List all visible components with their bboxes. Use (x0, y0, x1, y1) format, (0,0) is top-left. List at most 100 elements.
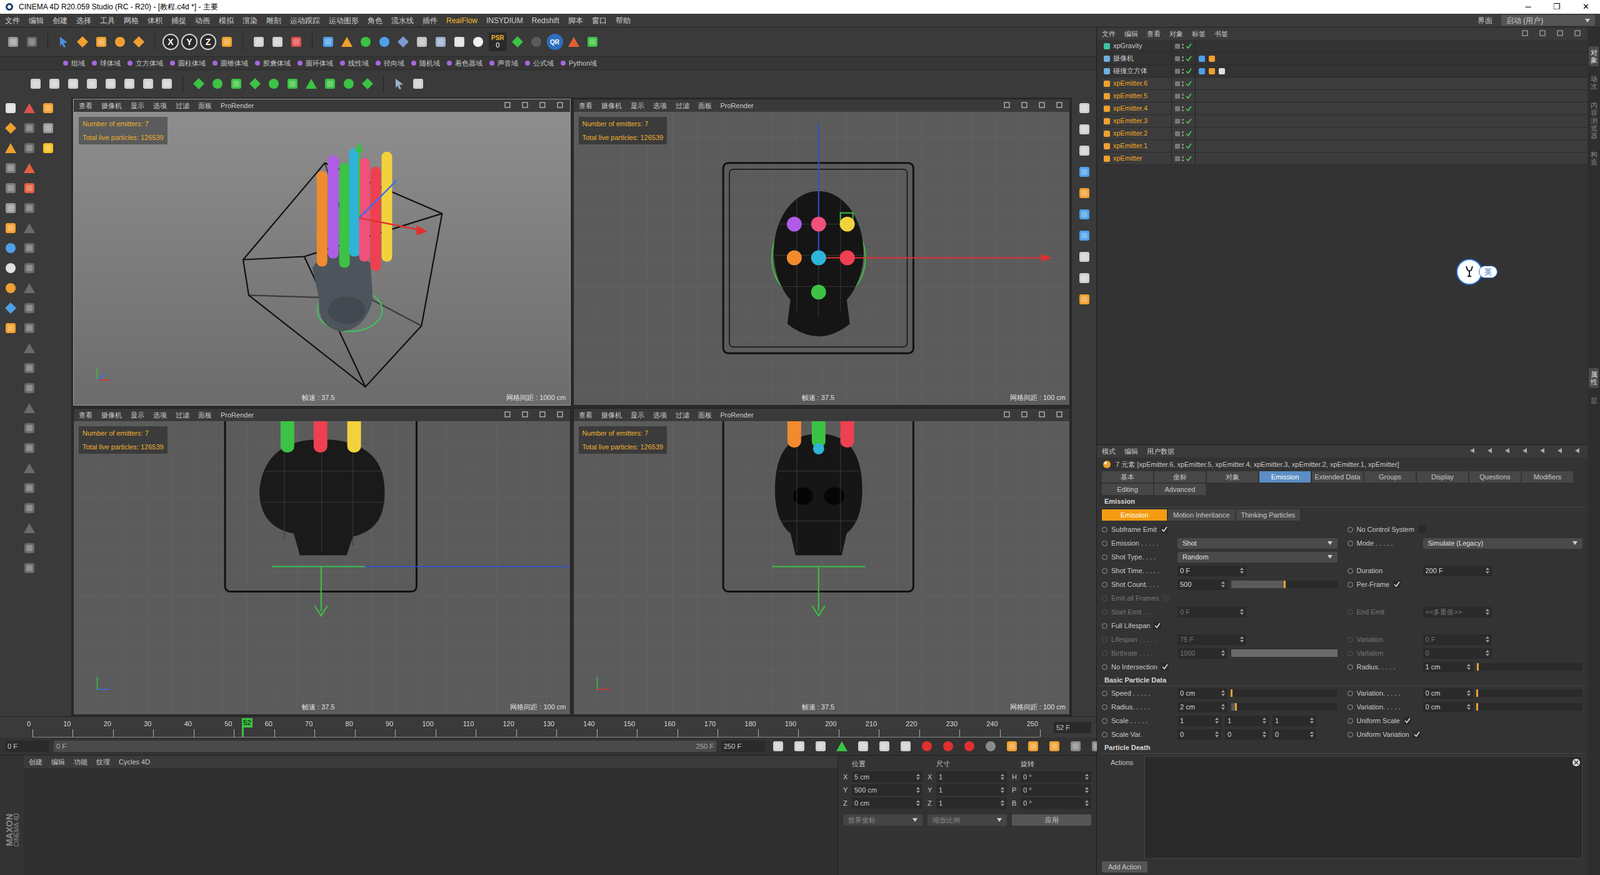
number-field[interactable]: 200 F (1423, 565, 1492, 577)
layout-icon[interactable] (1076, 227, 1093, 244)
object-name[interactable]: 摄像机 (1113, 53, 1134, 64)
workplane-icon[interactable] (528, 33, 545, 50)
side-tab[interactable]: 场次 (1588, 72, 1599, 93)
animate-dot[interactable] (1101, 540, 1108, 547)
viewport-menu-item[interactable]: ProRender (720, 410, 754, 421)
viewport-menu-item[interactable]: 过滤 (175, 410, 190, 421)
sculpt-tool-icon[interactable] (21, 360, 38, 377)
attribute-field[interactable]: Shot Time. . . . .0 F (1101, 563, 1338, 578)
field-tab[interactable]: 圆锥体域 (211, 58, 249, 69)
layout-icon[interactable] (1076, 100, 1093, 117)
sculpt-tool-icon[interactable] (21, 100, 38, 117)
attribute-field[interactable]: Radius. . . . .2 cm (1101, 700, 1338, 714)
object-row[interactable]: xpEmitter.2 (1103, 127, 1588, 140)
field-tab[interactable]: 公式域 (524, 58, 554, 69)
object-row[interactable]: xpGravity (1103, 40, 1588, 53)
emitter-particles[interactable] (786, 216, 802, 232)
viewport-zoom-icon[interactable] (1020, 101, 1030, 110)
object-tool-icon[interactable] (338, 33, 355, 50)
checkbox[interactable] (1153, 621, 1162, 630)
animate-dot[interactable] (1101, 704, 1108, 710)
spline-tool-icon[interactable] (158, 75, 175, 92)
viewport-menu-item[interactable]: 查看 (578, 100, 593, 112)
object-tool-icon[interactable] (413, 33, 430, 50)
key-icon[interactable] (1046, 738, 1063, 755)
remove-icon[interactable] (1571, 758, 1581, 767)
material-menu-item[interactable]: 编辑 (51, 756, 65, 768)
viewport-rotate-icon[interactable] (1038, 410, 1047, 420)
key-icon[interactable] (1003, 738, 1020, 755)
number-field[interactable]: 0 F (1177, 565, 1247, 577)
coordinate-input[interactable]: 0 ° (1020, 797, 1092, 809)
attribute-field[interactable]: No Intersection (1101, 660, 1338, 674)
viewport-zoom-icon[interactable] (521, 101, 530, 110)
undo-icon[interactable] (5, 33, 22, 50)
playback-icon[interactable] (876, 738, 893, 755)
side-tab[interactable]: 层 (1588, 394, 1599, 407)
mograph-icon[interactable] (359, 75, 376, 92)
viewport-canvas[interactable]: Number of emitters: 7Total live particle… (73, 111, 570, 405)
viewport-menu-item[interactable]: 显示 (130, 100, 145, 112)
home-icon[interactable] (1538, 29, 1548, 39)
tag-icon[interactable] (1218, 67, 1226, 75)
spinner-icon[interactable] (1262, 730, 1267, 739)
viewport-menu-item[interactable]: 摄像机 (601, 100, 622, 112)
new-window-icon[interactable] (1556, 446, 1565, 456)
viewport-menu-item[interactable]: 查看 (78, 410, 93, 421)
animate-dot[interactable] (1347, 718, 1354, 724)
mode-icon[interactable] (2, 180, 19, 197)
viewport-canvas[interactable]: Number of emitters: 7Total live particle… (573, 421, 1070, 715)
dropdown[interactable]: Shot (1177, 538, 1338, 549)
menu-item[interactable]: 编辑 (28, 15, 44, 27)
menu-item[interactable]: 运动跟踪 (290, 15, 320, 27)
layer-box[interactable] (1175, 56, 1180, 62)
enabled-check-icon[interactable] (1185, 43, 1192, 50)
spinner-icon[interactable] (1310, 730, 1314, 739)
spinner-icon[interactable] (1466, 689, 1471, 697)
layout-icon[interactable] (1076, 206, 1093, 223)
slider-handle[interactable] (1230, 689, 1233, 697)
paint-icon[interactable] (565, 33, 582, 50)
checkbox[interactable] (1413, 730, 1421, 739)
spinner-icon[interactable] (1000, 799, 1005, 807)
vector-field[interactable]: 1 (1272, 715, 1317, 727)
object-tool-icon[interactable] (376, 33, 393, 50)
object-tool-icon[interactable] (320, 33, 337, 50)
layer-box[interactable] (1175, 131, 1180, 137)
emitter-particles[interactable] (810, 284, 826, 300)
enabled-check-icon[interactable] (1185, 105, 1192, 112)
animate-dot[interactable] (1347, 650, 1354, 657)
menu-item[interactable]: 流水线 (391, 15, 414, 27)
sculpt-tool-icon[interactable] (21, 480, 38, 497)
coordinate-input[interactable]: 500 cm (851, 784, 923, 796)
object-row[interactable]: xpEmitter.1 (1103, 140, 1588, 153)
object-name[interactable]: xpEmitter.5 (1113, 90, 1148, 102)
attribute-field[interactable]: Duration200 F (1347, 563, 1584, 578)
slider-handle[interactable] (1235, 703, 1237, 711)
spinner-icon[interactable] (1221, 580, 1225, 589)
sculpt-tool-icon[interactable] (21, 340, 38, 357)
object-tool-icon[interactable] (357, 33, 374, 50)
timeline-playhead[interactable]: 52 (241, 718, 252, 737)
playback-icon[interactable] (812, 738, 829, 755)
coordinate-input[interactable]: 1 (936, 797, 1007, 809)
sculpt-tool-icon[interactable] (21, 240, 38, 257)
enabled-check-icon[interactable] (1185, 93, 1192, 100)
viewport-menu-item[interactable]: 查看 (78, 100, 93, 112)
emitter-particles[interactable] (810, 250, 826, 266)
mode-icon[interactable] (2, 240, 19, 257)
side-tab[interactable]: 对象 (1588, 46, 1599, 67)
mograph-icon[interactable] (228, 75, 245, 92)
viewport-maximize-icon[interactable] (556, 410, 565, 420)
menu-item[interactable]: 选择 (76, 15, 92, 27)
attribute-field[interactable]: Mode . . . . .Simulate (Legacy) (1347, 536, 1584, 550)
spinner-icon[interactable] (1085, 799, 1089, 807)
menu-item[interactable]: 动画 (195, 15, 210, 27)
emitter-particles[interactable] (328, 155, 339, 259)
tag-icon[interactable] (1208, 55, 1216, 63)
spinner-icon[interactable] (1215, 730, 1219, 739)
attribute-menu-item[interactable]: 模式 (1101, 446, 1116, 457)
viewport-canvas[interactable]: Number of emitters: 7Total live particle… (73, 421, 570, 715)
layer-box[interactable] (1175, 106, 1180, 112)
spinner-icon[interactable] (1310, 716, 1314, 725)
